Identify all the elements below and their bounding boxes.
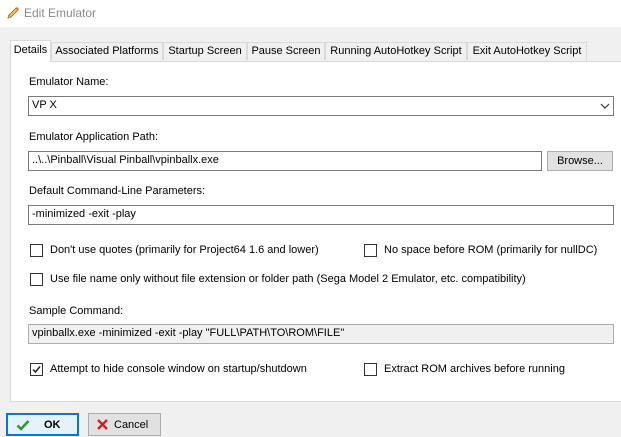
emulator-name-combobox[interactable]: VP X (28, 96, 614, 116)
filename-only-label: Use file name only without file extensio… (50, 273, 526, 285)
extract-rom-checkbox[interactable] (364, 363, 377, 376)
emulator-name-label: Emulator Name: (29, 76, 109, 88)
sample-command-field: vpinballx.exe -minimized -exit -play "FU… (28, 324, 614, 344)
app-path-input[interactable]: ..\..\Pinball\Visual Pinball\vpinballx.e… (28, 151, 542, 171)
app-path-label: Emulator Application Path: (29, 131, 159, 143)
ok-button[interactable]: OK (6, 413, 79, 436)
no-space-checkbox[interactable] (364, 244, 377, 257)
cmdline-input[interactable]: -minimized -exit -play (28, 205, 614, 225)
window-title: Edit Emulator (24, 6, 97, 20)
details-panel: Emulator Name: VP X Emulator Application… (10, 61, 621, 402)
tab-running-autohotkey-script[interactable]: Running AutoHotkey Script (325, 42, 467, 60)
no-quotes-checkbox[interactable] (30, 244, 43, 257)
tab-associated-platforms[interactable]: Associated Platforms (51, 42, 163, 60)
tab-exit-autohotkey-script[interactable]: Exit AutoHotkey Script (467, 42, 587, 60)
extract-rom-label: Extract ROM archives before running (384, 363, 565, 375)
tab-pause-screen[interactable]: Pause Screen (247, 42, 325, 60)
tab-details[interactable]: Details (10, 40, 51, 62)
filename-only-checkbox[interactable] (30, 273, 43, 286)
title-bar: Edit Emulator (0, 0, 621, 27)
tab-startup-screen[interactable]: Startup Screen (163, 42, 247, 60)
cmdline-label: Default Command-Line Parameters: (29, 185, 206, 197)
hide-console-label: Attempt to hide console window on startu… (50, 363, 307, 375)
red-x-icon (97, 419, 108, 430)
sample-command-label: Sample Command: (29, 305, 124, 317)
pencil-icon (7, 7, 19, 19)
cancel-label: Cancel (114, 419, 149, 431)
no-quotes-label: Don't use quotes (primarily for Project6… (50, 244, 319, 256)
cancel-button[interactable]: Cancel (88, 413, 161, 436)
no-space-label: No space before ROM (primarily for nullD… (384, 244, 598, 256)
chevron-down-icon[interactable] (600, 101, 610, 111)
emulator-name-value: VP X (32, 99, 57, 111)
checkmark-icon (16, 420, 30, 431)
browse-button[interactable]: Browse... (547, 151, 613, 171)
ok-label: OK (44, 419, 61, 431)
hide-console-checkbox[interactable] (30, 363, 43, 376)
checkmark-icon (32, 366, 41, 374)
